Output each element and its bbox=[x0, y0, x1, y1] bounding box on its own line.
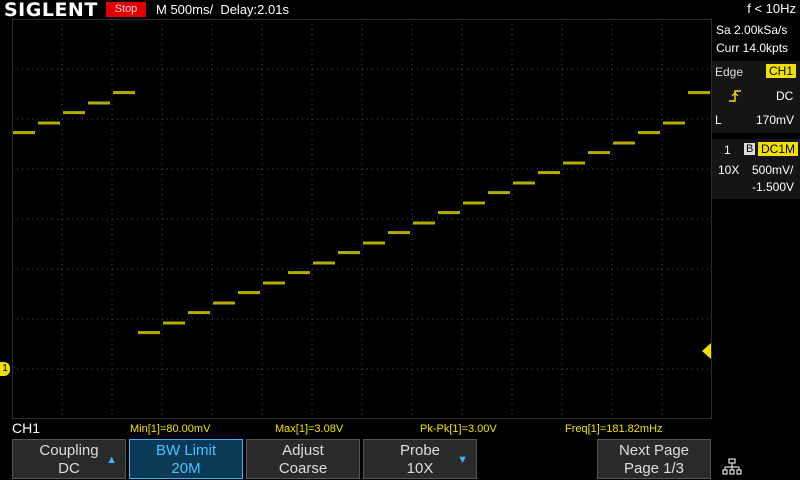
ch1-offset-marker[interactable]: 1 bbox=[0, 362, 10, 376]
channel-offset: -1.500V bbox=[752, 180, 795, 194]
waveform-step bbox=[113, 91, 135, 95]
waveform-step bbox=[313, 261, 335, 265]
trigger-level-marker-icon[interactable] bbox=[702, 343, 711, 359]
waveform-step bbox=[663, 121, 685, 125]
waveform-step bbox=[588, 151, 610, 155]
channel-coupling: DC1M bbox=[758, 142, 799, 156]
softkey-title: Adjust bbox=[282, 442, 324, 459]
run-state-badge[interactable]: Stop bbox=[106, 2, 146, 17]
softkey-title: BW Limit bbox=[156, 442, 216, 459]
softkey-menu: Coupling DC ▲ BW Limit 20M Adjust Coarse… bbox=[0, 438, 800, 480]
timebase-readout[interactable]: M 500ms/ Delay:2.01s bbox=[156, 2, 289, 17]
arrow-down-icon: ▼ bbox=[457, 454, 468, 466]
adjust-softkey[interactable]: Adjust Coarse bbox=[246, 439, 360, 479]
waveform-step bbox=[288, 271, 310, 275]
memory-depth: Curr 14.0kpts bbox=[716, 41, 789, 55]
delay-value: Delay:2.01s bbox=[220, 2, 289, 17]
waveform-step bbox=[638, 131, 660, 135]
softkey-value: Coarse bbox=[278, 460, 328, 477]
frequency-counter: f < 10Hz bbox=[747, 1, 796, 16]
waveform-step bbox=[413, 221, 435, 225]
bw-limit-indicator: B bbox=[744, 143, 756, 155]
softkey-value: 20M bbox=[171, 460, 201, 477]
trigger-level-label: L bbox=[715, 113, 722, 127]
waveform-step bbox=[363, 241, 385, 245]
probe-softkey[interactable]: Probe 10X ▼ bbox=[363, 439, 477, 479]
waveform-step bbox=[188, 311, 210, 315]
waveform-step bbox=[213, 301, 235, 305]
waveform-step bbox=[438, 211, 460, 215]
trigger-info-block[interactable]: Edge CH1 DC L 170mV bbox=[712, 61, 800, 133]
measure-freq: Freq[1]=181.82mHz bbox=[565, 423, 663, 435]
measure-min: Min[1]=80.00mV bbox=[130, 423, 211, 435]
side-info-panel: Sa 2.00kSa/s Curr 14.0kpts Edge CH1 DC L… bbox=[712, 19, 800, 419]
waveform-step bbox=[88, 101, 110, 105]
waveform-step bbox=[63, 111, 85, 115]
channel-number: 1 bbox=[724, 143, 731, 157]
waveform-display[interactable] bbox=[12, 19, 712, 419]
waveform-step bbox=[163, 321, 185, 325]
measure-max: Max[1]=3.08V bbox=[275, 423, 344, 435]
waveform-step bbox=[488, 191, 510, 195]
waveform-step bbox=[563, 161, 585, 165]
waveform-step bbox=[513, 181, 535, 185]
coupling-softkey[interactable]: Coupling DC ▲ bbox=[12, 439, 126, 479]
trigger-type: Edge bbox=[715, 65, 744, 79]
waveform-step bbox=[338, 251, 360, 255]
trigger-source: CH1 bbox=[766, 64, 797, 78]
next-page-softkey[interactable]: Next Page Page 1/3 bbox=[597, 439, 711, 479]
waveform-step bbox=[138, 331, 160, 335]
measurement-bar: Min[1]=80.00mV Max[1]=3.08V Pk-Pk[1]=3.0… bbox=[0, 419, 800, 438]
waveform-step bbox=[388, 231, 410, 235]
arrow-up-icon: ▲ bbox=[106, 454, 117, 466]
rising-edge-icon bbox=[729, 90, 741, 102]
trigger-coupling: DC bbox=[776, 89, 794, 103]
bw-limit-softkey[interactable]: BW Limit 20M bbox=[129, 439, 243, 479]
probe-ratio: 10X bbox=[718, 163, 740, 177]
measure-pkpk: Pk-Pk[1]=3.00V bbox=[420, 423, 497, 435]
channel-info-block[interactable]: 1 B DC1M 10X 500mV/ -1.500V bbox=[712, 139, 800, 199]
waveform-step bbox=[38, 121, 60, 125]
top-status-bar: SIGLENT Stop M 500ms/ Delay:2.01s f < 10… bbox=[0, 0, 800, 21]
waveform-step bbox=[463, 201, 485, 205]
brand-logo: SIGLENT bbox=[4, 0, 98, 21]
waveform-step bbox=[238, 291, 260, 295]
timebase-value: M 500ms/ bbox=[156, 2, 214, 17]
trigger-level-value: 170mV bbox=[756, 113, 795, 127]
waveform-step bbox=[613, 141, 635, 145]
waveform-step bbox=[13, 131, 35, 135]
volts-per-div: 500mV/ bbox=[752, 163, 794, 177]
softkey-value: Page 1/3 bbox=[623, 460, 685, 477]
waveform-step bbox=[538, 171, 560, 175]
waveform-step bbox=[688, 91, 710, 95]
softkey-title: Next Page bbox=[618, 442, 690, 459]
sample-rate: Sa 2.00kSa/s bbox=[716, 23, 788, 37]
waveform-step bbox=[263, 281, 285, 285]
network-icon bbox=[722, 458, 742, 475]
